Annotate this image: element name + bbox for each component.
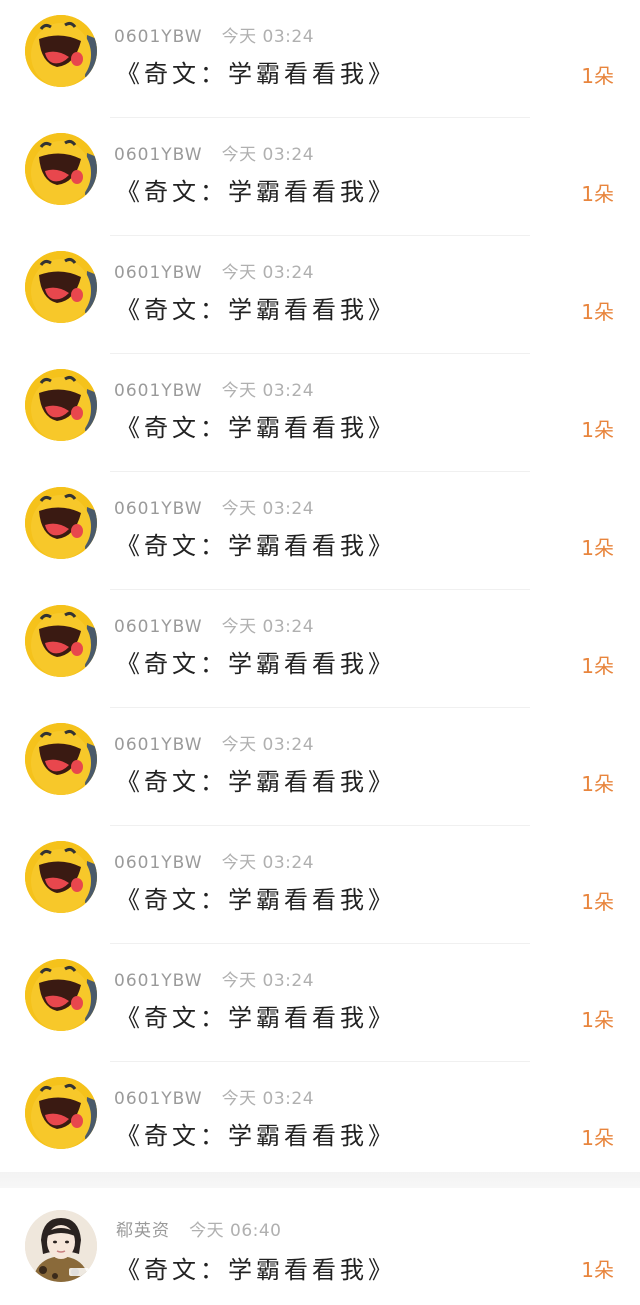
timestamp: 今天 03:24 (221, 145, 315, 165)
message-text: 《奇文：学霸看看我》 (116, 1256, 396, 1284)
section-separator (0, 1172, 640, 1188)
avatar[interactable] (25, 369, 97, 441)
message-meta: 0601YBW 今天 03:24 (114, 848, 315, 873)
message-meta: 0601YBW 今天 03:24 (114, 140, 315, 165)
message-text: 《奇文：学霸看看我》 (116, 1122, 396, 1150)
username[interactable]: 0601YBW (114, 853, 203, 873)
avatar[interactable] (25, 133, 97, 205)
message-meta: 0601YBW 今天 03:24 (114, 258, 315, 283)
username[interactable]: 0601YBW (114, 381, 203, 401)
username[interactable]: 0601YBW (114, 735, 203, 755)
avatar[interactable] (25, 1210, 97, 1282)
timestamp: 今天 03:24 (221, 499, 315, 519)
laughing-yellow-cartoon-avatar-icon (25, 487, 97, 559)
list-item[interactable]: 郗英资 今天 06:40 《奇文：学霸看看我》 1朵 (0, 1192, 640, 1305)
message-text: 《奇文：学霸看看我》 (116, 532, 396, 560)
gift-count: 1朵 (581, 1008, 614, 1032)
message-meta: 0601YBW 今天 03:24 (114, 376, 315, 401)
message-meta: 0601YBW 今天 03:24 (114, 1084, 315, 1109)
list-item[interactable]: 0601YBW 今天 03:24 《奇文：学霸看看我》 1朵 (0, 1062, 640, 1180)
message-text: 《奇文：学霸看看我》 (116, 178, 396, 206)
message-text: 《奇文：学霸看看我》 (116, 1004, 396, 1032)
message-text: 《奇文：学霸看看我》 (116, 296, 396, 324)
list-item[interactable]: 0601YBW 今天 03:24 《奇文：学霸看看我》 1朵 (0, 590, 640, 708)
avatar[interactable] (25, 487, 97, 559)
username[interactable]: 0601YBW (114, 971, 203, 991)
gift-count: 1朵 (581, 772, 614, 796)
avatar[interactable] (25, 605, 97, 677)
username[interactable]: 0601YBW (114, 145, 203, 165)
gift-count: 1朵 (581, 64, 614, 88)
username[interactable]: 0601YBW (114, 1089, 203, 1109)
avatar[interactable] (25, 959, 97, 1031)
message-text: 《奇文：学霸看看我》 (116, 886, 396, 914)
laughing-yellow-cartoon-avatar-icon (25, 15, 97, 87)
gift-count: 1朵 (581, 890, 614, 914)
list-item[interactable]: 0601YBW 今天 03:24 《奇文：学霸看看我》 1朵 (0, 826, 640, 944)
gift-count: 1朵 (581, 182, 614, 206)
list-item[interactable]: 0601YBW 今天 03:24 《奇文：学霸看看我》 1朵 (0, 472, 640, 590)
list-item[interactable]: 0601YBW 今天 03:24 《奇文：学霸看看我》 1朵 (0, 354, 640, 472)
avatar[interactable] (25, 841, 97, 913)
timestamp: 今天 03:24 (221, 263, 315, 283)
laughing-yellow-cartoon-avatar-icon (25, 251, 97, 323)
timestamp: 今天 03:24 (221, 617, 315, 637)
list-item[interactable]: 0601YBW 今天 03:24 《奇文：学霸看看我》 1朵 (0, 944, 640, 1062)
timestamp: 今天 03:24 (221, 853, 315, 873)
timestamp: 今天 03:24 (221, 735, 315, 755)
timestamp: 今天 03:24 (221, 971, 315, 991)
laughing-yellow-cartoon-avatar-icon (25, 369, 97, 441)
gift-count: 1朵 (581, 654, 614, 678)
message-meta: 郗英资 今天 06:40 (116, 1216, 282, 1241)
timestamp: 今天 03:24 (221, 1089, 315, 1109)
gift-count: 1朵 (581, 418, 614, 442)
gift-count: 1朵 (581, 1258, 614, 1282)
list-item[interactable]: 0601YBW 今天 03:24 《奇文：学霸看看我》 1朵 (0, 118, 640, 236)
gift-count: 1朵 (581, 300, 614, 324)
message-meta: 0601YBW 今天 03:24 (114, 494, 315, 519)
avatar[interactable] (25, 251, 97, 323)
message-text: 《奇文：学霸看看我》 (116, 60, 396, 88)
list-item[interactable]: 0601YBW 今天 03:24 《奇文：学霸看看我》 1朵 (0, 236, 640, 354)
username[interactable]: 0601YBW (114, 617, 203, 637)
avatar[interactable] (25, 723, 97, 795)
laughing-yellow-cartoon-avatar-icon (25, 133, 97, 205)
gift-count: 1朵 (581, 1126, 614, 1150)
username[interactable]: 0601YBW (114, 263, 203, 283)
list-item[interactable]: 0601YBW 今天 03:24 《奇文：学霸看看我》 1朵 (0, 708, 640, 826)
timestamp: 今天 03:24 (221, 381, 315, 401)
laughing-yellow-cartoon-avatar-icon (25, 723, 97, 795)
timestamp: 今天 03:24 (221, 27, 315, 47)
message-meta: 0601YBW 今天 03:24 (114, 612, 315, 637)
avatar[interactable] (25, 1077, 97, 1149)
message-text: 《奇文：学霸看看我》 (116, 768, 396, 796)
message-text: 《奇文：学霸看看我》 (116, 414, 396, 442)
laughing-yellow-cartoon-avatar-icon (25, 841, 97, 913)
list-item[interactable]: 0601YBW 今天 03:24 《奇文：学霸看看我》 1朵 (0, 0, 640, 118)
laughing-yellow-cartoon-avatar-icon (25, 959, 97, 1031)
message-text: 《奇文：学霸看看我》 (116, 650, 396, 678)
avatar[interactable] (25, 15, 97, 87)
message-meta: 0601YBW 今天 03:24 (114, 730, 315, 755)
message-meta: 0601YBW 今天 03:24 (114, 966, 315, 991)
laughing-yellow-cartoon-avatar-icon (25, 605, 97, 677)
girl-photo-avatar-icon (25, 1210, 97, 1282)
message-meta: 0601YBW 今天 03:24 (114, 22, 315, 47)
laughing-yellow-cartoon-avatar-icon (25, 1077, 97, 1149)
username[interactable]: 郗英资 (116, 1221, 170, 1241)
gift-count: 1朵 (581, 536, 614, 560)
username[interactable]: 0601YBW (114, 499, 203, 519)
username[interactable]: 0601YBW (114, 27, 203, 47)
timestamp: 今天 06:40 (189, 1221, 282, 1241)
